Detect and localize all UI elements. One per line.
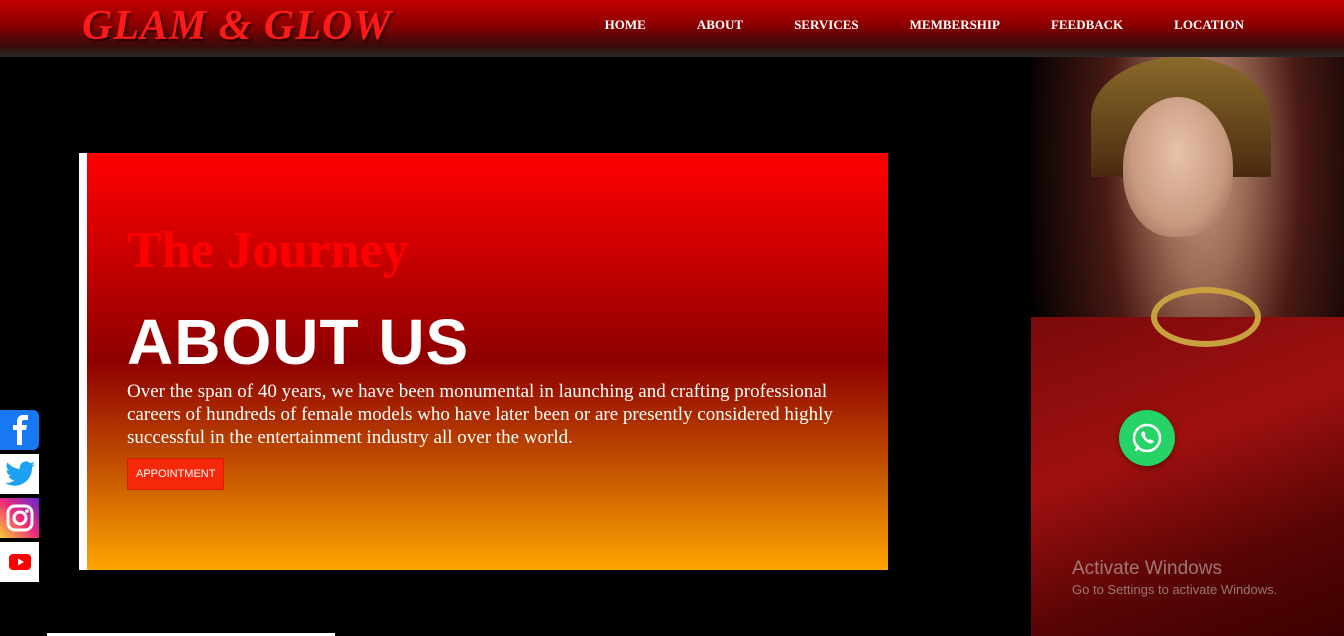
- twitter-icon[interactable]: [0, 454, 39, 494]
- nav-menu: HOME ABOUT SERVICES MEMBERSHIP FEEDBACK …: [554, 17, 1244, 33]
- bride-necklace: [1151, 287, 1261, 347]
- nav-feedback-link[interactable]: FEEDBACK: [1051, 17, 1123, 33]
- nav-about-link[interactable]: ABOUT: [697, 17, 743, 33]
- instagram-icon[interactable]: [0, 498, 39, 538]
- social-sidebar: [0, 410, 39, 586]
- whatsapp-icon[interactable]: [1119, 410, 1175, 466]
- top-navbar: GLAM & GLOW HOME ABOUT SERVICES MEMBERSH…: [0, 0, 1344, 57]
- about-description: Over the span of 40 years, we have been …: [127, 381, 833, 448]
- watermark-subtitle: Go to Settings to activate Windows.: [1072, 582, 1278, 597]
- bride-photo: [1031, 57, 1344, 636]
- nav-home-link[interactable]: HOME: [605, 17, 646, 33]
- activate-windows-watermark: Activate Windows Go to Settings to activ…: [1072, 558, 1277, 597]
- bride-face: [1123, 97, 1233, 237]
- journey-heading: The Journey: [127, 222, 409, 279]
- watermark-title: Activate Windows: [1072, 558, 1222, 579]
- youtube-icon[interactable]: [0, 542, 39, 582]
- brand-logo[interactable]: GLAM & GLOW: [82, 2, 392, 50]
- nav-services-link[interactable]: SERVICES: [794, 17, 859, 33]
- facebook-icon[interactable]: [0, 410, 39, 450]
- about-title: ABOUT US: [127, 306, 470, 378]
- about-hero-card: The Journey ABOUT US Over the span of 40…: [79, 153, 888, 570]
- nav-location-link[interactable]: LOCATION: [1174, 17, 1244, 33]
- nav-membership-link[interactable]: MEMBERSHIP: [910, 17, 1000, 33]
- appointment-button[interactable]: APPOINTMENT: [127, 458, 225, 490]
